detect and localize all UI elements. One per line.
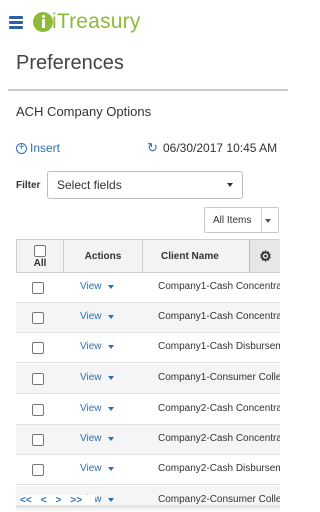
caret-down-icon	[107, 466, 114, 471]
select-all-label: All	[33, 258, 47, 269]
table-row: View Company2-Cash Disbursement	[16, 455, 280, 485]
view-action-label: View	[80, 372, 102, 383]
caret-down-icon	[107, 314, 114, 319]
client-name-column-header[interactable]: Client Name	[143, 240, 249, 272]
grid-header: All Actions Client Name ⚙	[16, 239, 280, 273]
caret-down-icon	[227, 183, 233, 187]
view-action-label: View	[80, 433, 102, 444]
caret-down-icon	[107, 375, 114, 380]
client-name-cell: Company2-Consumer Collections	[158, 494, 280, 505]
client-name-cell: Company1-Cash Disbursement	[158, 341, 280, 352]
view-action-dropdown[interactable]: View	[80, 463, 114, 474]
table-row: View Company2-Cash Concentration	[16, 425, 280, 455]
client-name-cell: Company1-Cash Concentration	[158, 311, 280, 322]
table-row: View Company1-Cash Concentration	[16, 303, 280, 333]
table-row: View Company2-Cash Concentration	[16, 395, 280, 425]
ach-company-grid: All Actions Client Name ⚙ View Company1-…	[16, 239, 280, 511]
view-action-dropdown[interactable]: View	[80, 372, 114, 383]
client-name-cell: Company1-Cash Concentration	[158, 281, 280, 292]
title-divider	[8, 89, 288, 91]
caret-down-icon	[107, 406, 114, 411]
view-selector-divider	[261, 208, 262, 232]
row-checkbox[interactable]	[32, 373, 44, 385]
gear-icon[interactable]: ⚙	[249, 240, 280, 272]
view-action-dropdown[interactable]: View	[80, 403, 114, 414]
row-checkbox[interactable]	[32, 404, 44, 416]
insert-label: Insert	[30, 141, 61, 155]
table-row: View Company1-Cash Concentration	[16, 273, 280, 303]
view-action-label: View	[80, 311, 102, 322]
logo-i-icon	[33, 12, 53, 32]
view-selector-value: All Items	[213, 214, 252, 226]
filter-select[interactable]: Select fields	[47, 171, 243, 199]
view-action-dropdown[interactable]: View	[80, 311, 114, 322]
view-action-label: View	[80, 403, 102, 414]
view-selector[interactable]: All Items	[204, 207, 279, 233]
hamburger-menu-icon[interactable]	[9, 16, 23, 29]
refresh-control[interactable]: ↻ 06/30/2017 10:45 AM	[147, 141, 277, 155]
refresh-icon[interactable]: ↻	[147, 141, 159, 154]
caret-down-icon	[107, 284, 114, 289]
view-action-dropdown[interactable]: View	[80, 281, 114, 292]
client-name-cell: Company2-Cash Concentration	[158, 433, 280, 444]
table-row: View Company1-Consumer Collections	[16, 364, 280, 394]
view-action-dropdown[interactable]: View	[80, 341, 114, 352]
app-header: iTreasury	[0, 0, 295, 44]
logo: iTreasury	[33, 9, 141, 35]
caret-down-icon	[107, 436, 114, 441]
plus-circle-icon: +	[16, 142, 27, 154]
page-title: Preferences	[16, 52, 124, 74]
client-name-cell: Company2-Cash Concentration	[158, 403, 280, 414]
view-action-label: View	[80, 281, 102, 292]
client-name-cell: Company2-Cash Disbursement	[158, 463, 280, 474]
insert-button[interactable]: + Insert	[16, 141, 60, 155]
caret-down-icon	[107, 344, 114, 349]
filter-label: Filter	[16, 180, 41, 191]
view-action-dropdown[interactable]: View	[80, 433, 114, 444]
horizontal-scrollbar[interactable]	[16, 505, 280, 508]
view-action-label: View	[80, 341, 102, 352]
logo-text: iTreasury	[52, 10, 141, 33]
table-row: View Company1-Cash Disbursement	[16, 333, 280, 363]
row-checkbox[interactable]	[32, 434, 44, 446]
filter-select-value: Select fields	[57, 178, 122, 192]
view-action-label: View	[80, 463, 102, 474]
row-checkbox[interactable]	[32, 312, 44, 324]
select-all-column: All	[17, 240, 64, 272]
caret-down-icon	[265, 219, 271, 223]
refresh-timestamp: 06/30/2017 10:45 AM	[163, 141, 278, 155]
section-title: ACH Company Options	[16, 104, 152, 119]
caret-down-icon	[107, 497, 114, 502]
row-checkbox[interactable]	[32, 342, 44, 354]
client-name-cell: Company1-Consumer Collections	[158, 372, 280, 383]
select-all-checkbox[interactable]	[34, 245, 46, 257]
row-checkbox[interactable]	[32, 464, 44, 476]
actions-column-header[interactable]: Actions	[64, 240, 143, 272]
row-checkbox[interactable]	[32, 282, 44, 294]
